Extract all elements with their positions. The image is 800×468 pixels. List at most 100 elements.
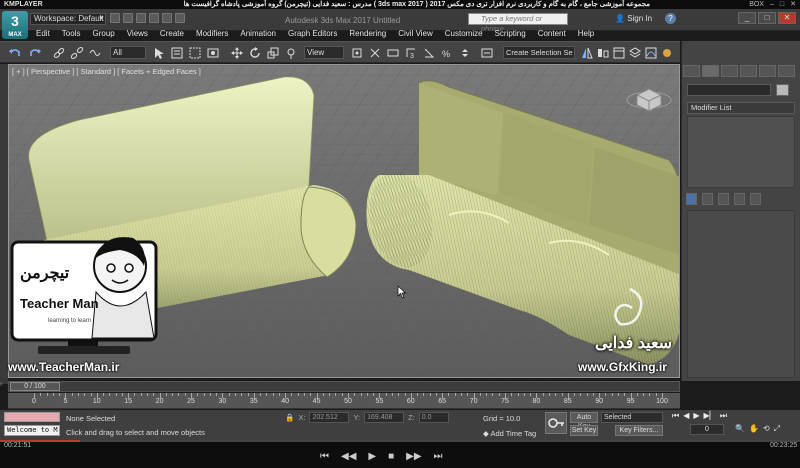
layer-explorer-icon[interactable] <box>628 46 642 60</box>
redo-small-icon[interactable] <box>162 13 172 23</box>
minimize-button[interactable]: _ <box>738 12 756 24</box>
redo-icon[interactable] <box>28 46 42 60</box>
window-crossing-icon[interactable] <box>206 46 220 60</box>
save-file-icon[interactable] <box>136 13 146 23</box>
player-prev-icon[interactable]: ⏮ <box>320 451 329 462</box>
menu-modifiers[interactable]: Modifiers <box>190 28 234 40</box>
restore-button[interactable]: □ <box>758 12 776 24</box>
make-unique-icon[interactable] <box>718 193 729 205</box>
render-setup-icon[interactable] <box>660 46 674 60</box>
unlink-icon[interactable] <box>70 46 84 60</box>
spinner-snap-icon[interactable] <box>458 46 472 60</box>
link-icon[interactable] <box>52 46 66 60</box>
menu-scripting[interactable]: Scripting <box>489 28 532 40</box>
menu-edit[interactable]: Edit <box>30 28 56 40</box>
player-play-icon[interactable]: ▶ <box>368 451 376 462</box>
auto-key-button[interactable]: Auto Key <box>570 412 598 430</box>
current-frame-field[interactable]: 0 <box>690 424 724 435</box>
open-file-icon[interactable] <box>123 13 133 23</box>
utilities-tab-icon[interactable] <box>778 65 795 77</box>
rectangular-selection-icon[interactable] <box>188 46 202 60</box>
menu-animation[interactable]: Animation <box>234 28 282 40</box>
zoom-icon[interactable]: 🔍 <box>735 424 745 434</box>
x-coordinate-field[interactable]: 202.512 <box>309 412 350 423</box>
menu-create[interactable]: Create <box>154 28 190 40</box>
track-bar[interactable]: 0 5 10 15 20 25 30 35 40 45 50 55 60 65 70 75 80 85 90 95 10… <box>8 393 680 409</box>
create-selection-set-dropdown[interactable]: Create Selection Se <box>503 46 575 59</box>
menu-customize[interactable]: Customize <box>439 28 489 40</box>
player-next-icon[interactable]: ⏭ <box>434 451 443 462</box>
go-to-start-icon[interactable]: ⏮ <box>672 411 679 421</box>
player-stop-icon[interactable]: ■ <box>388 451 394 462</box>
scene-explorer-icon[interactable] <box>612 46 626 60</box>
player-forward-icon[interactable]: ▶▶ <box>406 451 421 462</box>
maximize-viewport-icon[interactable]: ⤢ <box>774 424 780 434</box>
object-name-field[interactable] <box>687 84 771 96</box>
object-color-swatch[interactable] <box>776 84 789 96</box>
maxscript-listener-field[interactable]: Welcome to M <box>4 425 60 436</box>
menu-civil-view[interactable]: Civil View <box>392 28 439 40</box>
mirror-icon[interactable] <box>580 46 594 60</box>
key-filters-button[interactable]: Key Filters... <box>615 425 663 436</box>
modify-tab-icon[interactable] <box>702 65 719 77</box>
go-to-end-icon[interactable]: ⏭ <box>720 411 727 421</box>
select-manipulate-icon[interactable] <box>368 46 382 60</box>
menu-rendering[interactable]: Rendering <box>343 28 392 40</box>
configure-modifier-sets-icon[interactable] <box>750 193 761 205</box>
menu-tools[interactable]: Tools <box>56 28 87 40</box>
percent-snap-icon[interactable]: % <box>440 46 454 60</box>
pan-icon[interactable]: ✋ <box>749 424 759 434</box>
hierarchy-tab-icon[interactable] <box>721 65 738 77</box>
key-selection-dropdown[interactable]: Selected <box>601 412 663 423</box>
search-input[interactable]: Type a keyword or phrase <box>468 13 568 33</box>
minimize-icon[interactable]: – <box>770 0 774 9</box>
menu-group[interactable]: Group <box>86 28 120 40</box>
workspace-dropdown[interactable]: Workspace: Default ▾ <box>30 13 106 25</box>
select-and-place-icon[interactable] <box>284 46 298 60</box>
viewport-label[interactable]: [ + ] [ Perspective ] [ Standard ] [ Fac… <box>12 67 201 76</box>
select-and-move-icon[interactable] <box>230 46 244 60</box>
angle-snap-icon[interactable] <box>422 46 436 60</box>
help-icon[interactable]: ? <box>665 13 676 24</box>
undo-icon[interactable] <box>8 46 22 60</box>
modifier-list-dropdown[interactable]: Modifier List <box>687 102 795 114</box>
orbit-icon[interactable]: ⟲ <box>763 424 770 434</box>
time-slider[interactable] <box>8 381 680 392</box>
snaps-toggle-icon[interactable]: 3 <box>404 46 418 60</box>
new-scene-icon[interactable] <box>110 13 120 23</box>
y-coordinate-field[interactable]: 169.408 <box>364 412 405 423</box>
set-key-big-button[interactable] <box>545 412 567 434</box>
time-slider-knob[interactable]: 0 / 100 <box>10 382 60 391</box>
select-object-icon[interactable] <box>152 46 166 60</box>
display-tab-icon[interactable] <box>759 65 776 77</box>
select-and-scale-icon[interactable] <box>266 46 280 60</box>
project-folder-icon[interactable] <box>175 13 185 23</box>
remove-modifier-icon[interactable] <box>734 193 745 205</box>
player-rewind-icon[interactable]: ◀◀ <box>341 451 356 462</box>
play-icon[interactable]: ▶ <box>693 411 699 421</box>
show-end-result-icon[interactable] <box>702 193 713 205</box>
select-by-name-icon[interactable] <box>170 46 184 60</box>
add-time-tag-button[interactable]: ◆ Add Time Tag <box>483 429 536 438</box>
curve-editor-icon[interactable] <box>644 46 658 60</box>
reference-coordinate-dropdown[interactable]: View <box>304 46 344 59</box>
bind-space-warp-icon[interactable] <box>88 46 102 60</box>
z-coordinate-field[interactable]: 0.0 <box>418 412 449 423</box>
set-key-button[interactable]: Set Key <box>570 425 598 436</box>
maximize-icon[interactable]: □ <box>780 0 784 9</box>
motion-tab-icon[interactable] <box>740 65 757 77</box>
menu-views[interactable]: Views <box>121 28 154 40</box>
close-icon[interactable]: ✕ <box>790 0 796 9</box>
player-window-controls[interactable]: BOX – □ ✕ <box>749 0 796 9</box>
select-and-rotate-icon[interactable] <box>248 46 262 60</box>
time-slider-arrows[interactable]: ‹ <box>0 381 8 392</box>
selection-filter-dropdown[interactable]: All <box>110 46 146 59</box>
next-frame-icon[interactable]: ▶▏ <box>704 411 716 421</box>
menu-content[interactable]: Content <box>532 28 572 40</box>
lock-selection-icon[interactable]: 🔒 <box>285 413 294 422</box>
modifier-stack[interactable] <box>687 116 795 188</box>
use-pivot-center-icon[interactable] <box>350 46 364 60</box>
align-icon[interactable] <box>596 46 610 60</box>
previous-frame-icon[interactable]: ◀ <box>683 411 689 421</box>
close-button[interactable]: ✕ <box>778 12 796 24</box>
